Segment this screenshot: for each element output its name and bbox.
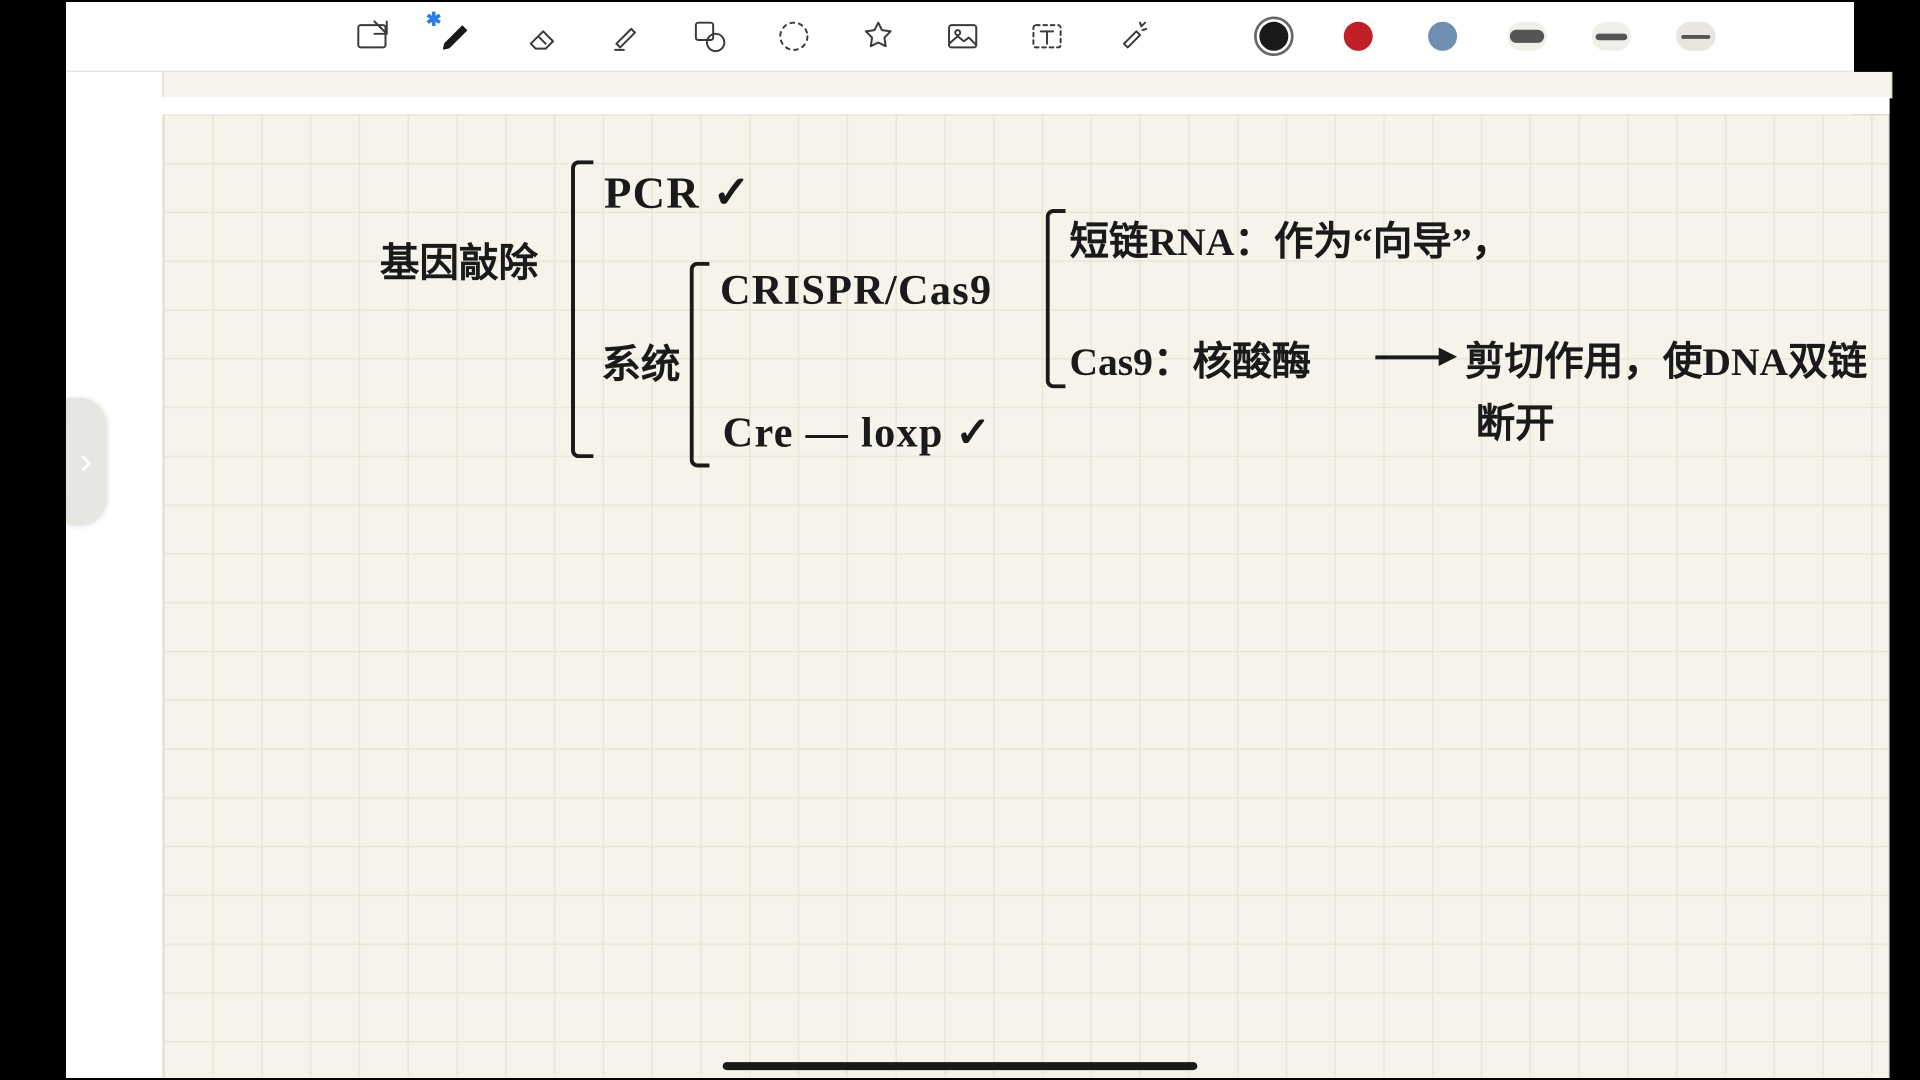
note-canvas[interactable]: 基因敲除 PCR ✓ 系统 CRISPR/Cas9 Cre — loxp ✓ 短…: [162, 114, 1889, 1078]
chevron-right-icon: ›: [80, 440, 92, 482]
page-gap: [162, 97, 1889, 114]
side-drawer-handle[interactable]: ›: [66, 398, 106, 525]
arrow-head-icon: [1439, 347, 1457, 365]
arrow-line: [1375, 355, 1441, 359]
note-cas9: Cas9：核酸酶: [1069, 329, 1311, 387]
app-frame: ✱: [66, 2, 1854, 1078]
color-black[interactable]: [1251, 14, 1296, 59]
note-effect-line2: 断开: [1476, 391, 1555, 449]
lasso-tool[interactable]: [771, 14, 816, 59]
bracket-3: [1046, 209, 1066, 388]
previous-page-edge: [162, 72, 1892, 98]
note-pcr: PCR ✓: [604, 167, 752, 220]
highlighter-tool[interactable]: [603, 14, 648, 59]
bracket-2: [690, 262, 710, 468]
note-effect-line1: 剪切作用，使DNA双链: [1465, 329, 1867, 387]
image-tool[interactable]: [940, 14, 985, 59]
stroke-thin[interactable]: [1673, 14, 1718, 59]
note-creloxp: Cre — loxp ✓: [723, 407, 993, 457]
note-root: 基因敲除: [380, 230, 538, 288]
note-crispr: CRISPR/Cas9: [720, 266, 992, 315]
read-mode-icon[interactable]: [349, 14, 394, 59]
bracket-1: [571, 160, 593, 458]
bluetooth-icon: ✱: [426, 9, 441, 31]
color-blue[interactable]: [1420, 14, 1465, 59]
note-system: 系统: [601, 332, 680, 390]
sticker-tool[interactable]: [856, 14, 901, 59]
toolbar: ✱: [66, 2, 1854, 72]
home-indicator[interactable]: [723, 1062, 1198, 1070]
stroke-medium[interactable]: [1589, 14, 1634, 59]
laser-pointer-tool[interactable]: [1109, 14, 1154, 59]
shape-tool[interactable]: [687, 14, 732, 59]
eraser-tool[interactable]: [518, 14, 563, 59]
color-red[interactable]: [1336, 14, 1381, 59]
text-box-tool[interactable]: [1025, 14, 1070, 59]
pen-tool[interactable]: ✱: [434, 14, 479, 59]
stroke-thick[interactable]: [1505, 14, 1550, 59]
note-rna: 短链RNA：作为“向导”，: [1069, 209, 1511, 267]
